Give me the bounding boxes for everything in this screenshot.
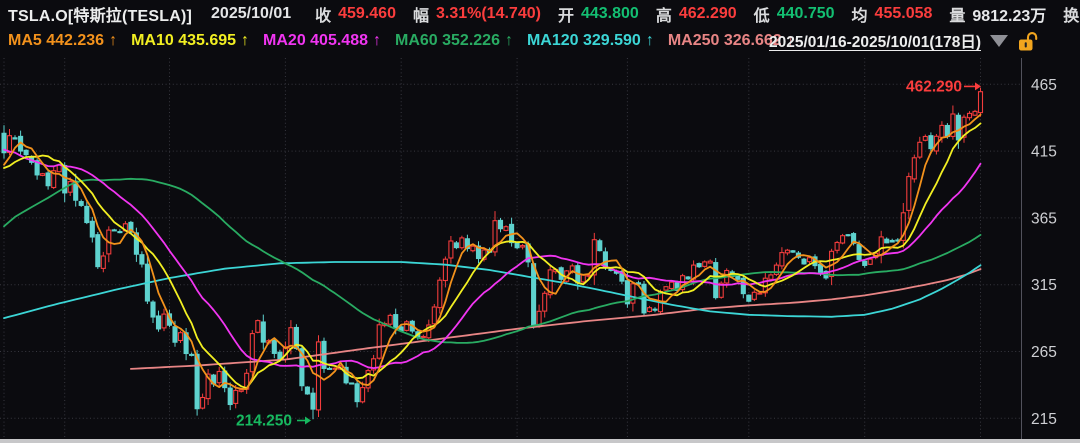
min-price-label: 214.250 bbox=[236, 413, 292, 430]
pane-splitter[interactable] bbox=[0, 439, 1080, 443]
svg-text:365: 365 bbox=[1031, 210, 1057, 227]
quote-header: TSLA.O[特斯拉(TESLA)] 2025/10/01 收459.460 幅3… bbox=[8, 3, 1080, 25]
stat-change: 幅3.31%(14.740) bbox=[413, 2, 541, 26]
stat-turnover: 换2.95% bbox=[1063, 2, 1080, 26]
svg-text:465: 465 bbox=[1031, 77, 1057, 94]
svg-text:415: 415 bbox=[1031, 144, 1057, 161]
stock-chart-window: 465 415 365 315 265 215 462.290 214.250 TSLA.O[… bbox=[0, 0, 1080, 443]
quote-stats: 收459.460 幅3.31%(14.740) 开443.800 高462.290 低4… bbox=[315, 2, 1080, 26]
stat-close: 收459.460 bbox=[315, 2, 396, 26]
candles bbox=[2, 88, 983, 419]
gridlines bbox=[0, 58, 1021, 438]
stat-avg: 均455.058 bbox=[852, 2, 933, 26]
ma-legend-ma10: MA10 435.695↑ bbox=[131, 32, 249, 50]
stat-open: 开443.800 bbox=[558, 2, 639, 26]
symbol-title: TSLA.O[特斯拉(TESLA)] bbox=[8, 2, 192, 26]
unlocked-padlock-icon[interactable] bbox=[1018, 31, 1038, 52]
svg-text:215: 215 bbox=[1031, 411, 1057, 428]
ma-legend-ma120: MA120 329.590↑ bbox=[527, 32, 654, 50]
svg-text:315: 315 bbox=[1031, 277, 1057, 294]
stat-high: 高462.290 bbox=[656, 2, 737, 26]
ma-legend-ma5: MA5 442.236↑ bbox=[8, 32, 117, 50]
date-range-selector[interactable]: 2025/01/16-2025/10/01(178日) bbox=[769, 30, 981, 52]
stat-volume: 量9812.23万 bbox=[949, 2, 1046, 26]
candlestick-chart[interactable]: 465 415 365 315 265 215 462.290 214.250 bbox=[0, 0, 1080, 443]
ma-legend: MA5 442.236↑ MA10 435.695↑ MA20 405.488↑ MA… bbox=[8, 30, 809, 52]
range-selector-group: 2025/01/16-2025/10/01(178日) bbox=[769, 29, 1038, 53]
y-axis: 465 415 365 315 265 215 bbox=[1022, 58, 1057, 443]
svg-text:265: 265 bbox=[1031, 344, 1057, 361]
max-price-label: 462.290 bbox=[906, 78, 962, 95]
stat-low: 低440.750 bbox=[754, 2, 835, 26]
ma-legend-ma20: MA20 405.488↑ bbox=[263, 32, 381, 50]
ma-legend-ma60: MA60 352.226↑ bbox=[395, 32, 513, 50]
chevron-down-icon[interactable] bbox=[990, 35, 1008, 47]
quote-date: 2025/10/01 bbox=[211, 5, 291, 23]
